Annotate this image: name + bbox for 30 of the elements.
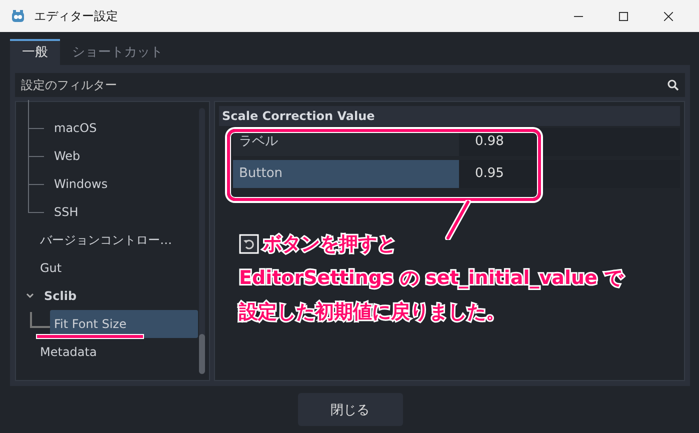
search-icon[interactable] (667, 79, 679, 91)
tab[interactable]: 一般 (10, 39, 60, 65)
tree-item[interactable]: Metadata (36, 345, 101, 359)
window-title: エディター設定 (34, 8, 118, 24)
tree-item[interactable]: Windows (50, 177, 112, 191)
tab[interactable]: ショートカット (60, 39, 175, 65)
tree-item[interactable]: バージョンコントロー… (36, 232, 176, 248)
property-label: Button (233, 160, 459, 188)
tree-item[interactable]: Sclib (40, 289, 81, 303)
tree-item[interactable]: Web (50, 149, 84, 163)
close-icon[interactable] (664, 12, 673, 20)
leader-line (443, 200, 473, 240)
tree-item[interactable]: macOS (50, 121, 101, 135)
annotation-text: ボタンを押すと (263, 232, 396, 257)
tree-item[interactable]: SSH (50, 205, 82, 219)
filter-field[interactable]: 設定のフィルター (15, 73, 685, 97)
caret-icon[interactable] (25, 291, 35, 301)
scrollbar[interactable] (199, 108, 205, 374)
section-title: Scale Correction Value (222, 109, 375, 123)
annotation-text: EditorSettings の set_initial_value で (239, 266, 624, 291)
value-field[interactable]: 0.95 (459, 160, 680, 188)
annotation-text: 設定した初期値に戻りました。 (239, 300, 505, 325)
value-field[interactable]: 0.98 (459, 128, 680, 156)
tree-item[interactable]: Fit Font Size (50, 310, 198, 338)
maximize-icon[interactable] (619, 12, 628, 20)
reset-icon (239, 234, 259, 254)
property-label: ラベル (238, 133, 279, 151)
tree-item[interactable]: Gut (36, 261, 66, 275)
close-button[interactable]: 閉じる (298, 393, 402, 426)
robot-icon (10, 8, 26, 24)
